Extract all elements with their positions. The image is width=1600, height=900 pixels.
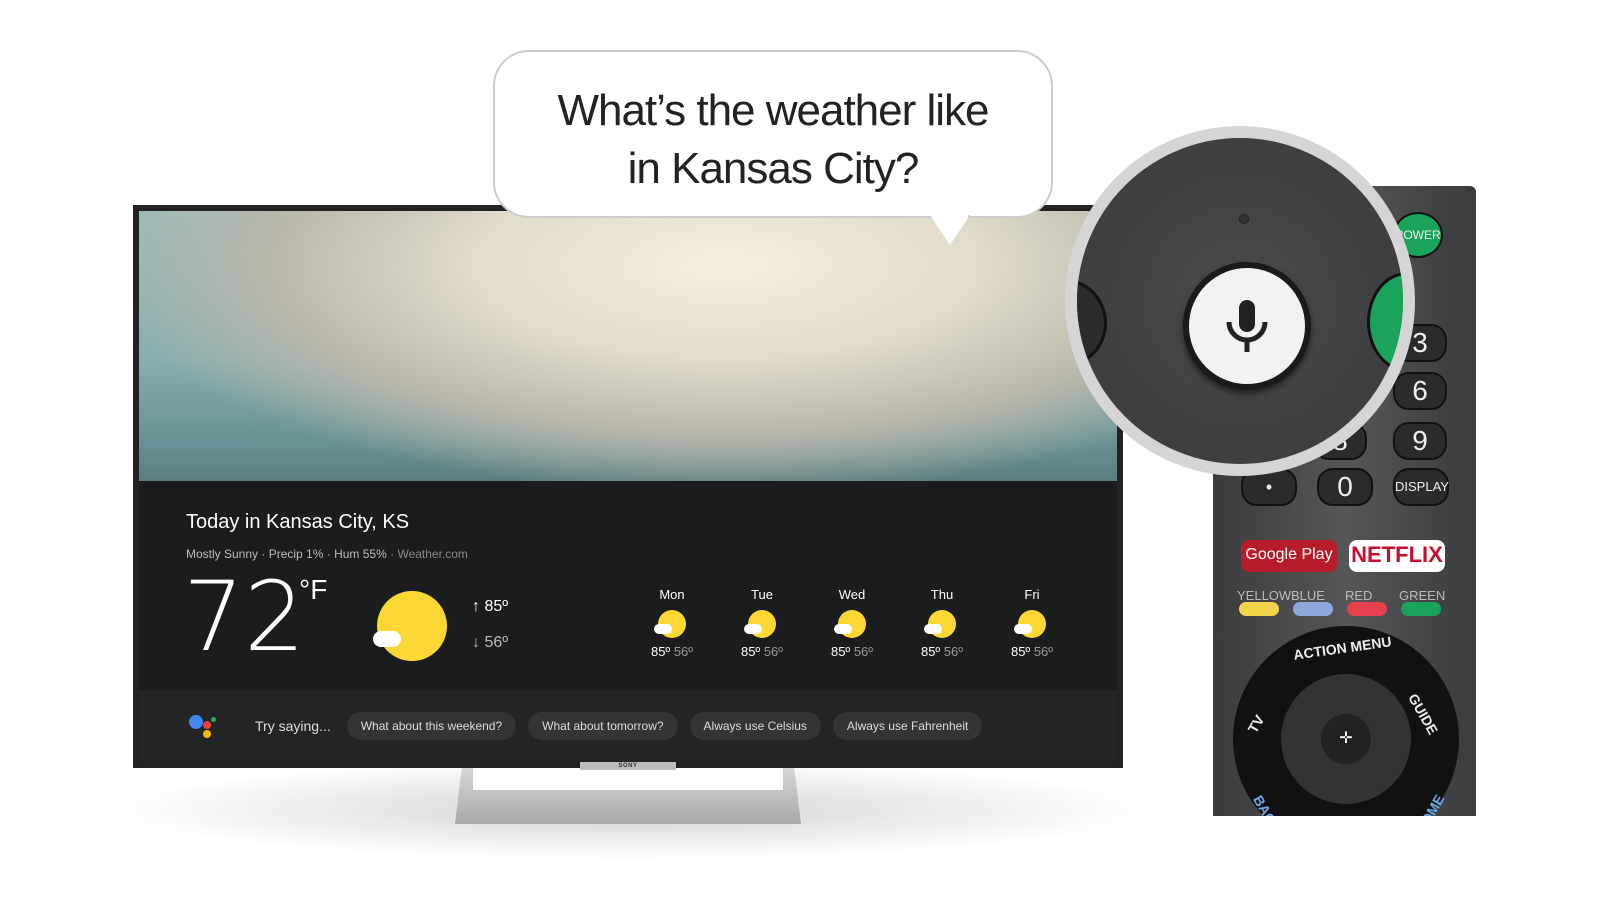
weather-title: Today in Kansas City, KS (186, 511, 410, 533)
color-label: RED (1345, 588, 1373, 603)
day-low: 56º (853, 644, 874, 659)
action-menu-button[interactable]: ACTION MENU (1292, 633, 1392, 663)
day-low: 56º (943, 644, 964, 659)
low-temp: ↓ 56º (472, 634, 509, 651)
forecast-day: Fri 85º 56º (987, 587, 1077, 659)
red-button[interactable] (1347, 602, 1387, 616)
suggestion-chip[interactable]: What about this weekend? (346, 712, 517, 740)
guide-button[interactable]: GUIDE (1405, 691, 1441, 737)
day-high: 85º (740, 644, 761, 659)
day-low: 56º (1033, 644, 1054, 659)
day-high: 85º (1010, 644, 1031, 659)
forecast-day: Mon 85º 56º (627, 587, 717, 659)
partly-sunny-icon (654, 610, 686, 638)
microphone-icon (1226, 300, 1268, 352)
blue-button[interactable] (1293, 602, 1333, 616)
day-label: Fri (1024, 587, 1040, 602)
day-high: 85º (920, 644, 941, 659)
speech-bubble: What’s the weather like in Kansas City? (493, 50, 1053, 218)
query-line-1: What’s the weather like (557, 86, 989, 135)
precip: · Precip 1% (261, 547, 324, 561)
humidity: · Hum 55% (326, 547, 387, 561)
weather-card: Today in Kansas City, KS Mostly Sunny · … (139, 211, 1117, 762)
partly-sunny-icon (924, 610, 956, 638)
weather-details: Mostly Sunny · Precip 1% · Hum 55% · Wea… (186, 547, 468, 561)
day-label: Tue (751, 587, 773, 602)
key-6[interactable]: 6 (1393, 372, 1447, 410)
try-saying-label: Try saying... (255, 718, 331, 734)
tv-brand-logo: SONY (580, 762, 676, 770)
forecast-day: Tue 85º 56º (717, 587, 807, 659)
day-high: 85º (830, 644, 851, 659)
tv: Today in Kansas City, KS Mostly Sunny · … (133, 205, 1123, 768)
color-label: GREEN (1399, 588, 1446, 603)
day-high: 85º (650, 644, 671, 659)
color-label: BLUE (1291, 588, 1325, 603)
dpad[interactable]: ✛ ACTION MENU TV GUIDE BACK HOME (1233, 626, 1459, 816)
forecast-day: Thu 85º 56º (897, 587, 987, 659)
netflix-button[interactable]: NETFLIX (1349, 540, 1445, 572)
back-button[interactable]: BACK (1250, 792, 1284, 816)
assistant-bar: Try saying... What about this weekend? W… (139, 690, 1117, 762)
high-temp: ↑ 85º (472, 598, 509, 615)
source-link[interactable]: · Weather.com (390, 547, 468, 561)
display-button[interactable]: DISPLAY (1393, 468, 1449, 506)
tv-stand (455, 766, 801, 824)
home-button[interactable]: HOME (1413, 792, 1448, 816)
query-line-2: in Kansas City? (627, 144, 920, 193)
day-label: Thu (930, 587, 954, 602)
ok-button[interactable]: ✛ (1321, 714, 1371, 764)
google-play-button[interactable]: Google Play (1241, 540, 1337, 572)
suggestion-chip[interactable]: Always use Fahrenheit (832, 712, 983, 740)
suggestion-chip[interactable]: Always use Celsius (689, 712, 821, 740)
magnifier (1065, 126, 1415, 476)
weather-backdrop (139, 211, 1117, 481)
temp-unit: °F (299, 574, 328, 605)
suggestion-chip[interactable]: What about tomorrow? (528, 712, 678, 740)
day-low: 56º (763, 644, 784, 659)
key-0[interactable]: 0 (1317, 468, 1373, 506)
day-label: Wed (838, 587, 866, 602)
green-button[interactable] (1401, 602, 1441, 616)
partly-sunny-icon (834, 610, 866, 638)
microphone-button[interactable] (1183, 262, 1311, 390)
tv-button[interactable]: TV (1245, 712, 1268, 735)
color-label: YELLOW (1237, 588, 1292, 603)
partly-sunny-icon (1014, 610, 1046, 638)
forecast: Mon 85º 56º Tue 85º 56º Wed 85º 56º Thu 85º 56º… (627, 587, 1077, 659)
partly-sunny-icon (373, 591, 447, 661)
partly-sunny-icon (744, 610, 776, 638)
key-9[interactable]: 9 (1393, 422, 1447, 460)
yellow-button[interactable] (1239, 602, 1279, 616)
forecast-day: Wed 85º 56º (807, 587, 897, 659)
day-low: 56º (673, 644, 694, 659)
current-temp: 72 (183, 561, 306, 673)
google-assistant-icon (189, 711, 219, 741)
condition: Mostly Sunny (186, 547, 259, 561)
day-label: Mon (659, 587, 685, 602)
